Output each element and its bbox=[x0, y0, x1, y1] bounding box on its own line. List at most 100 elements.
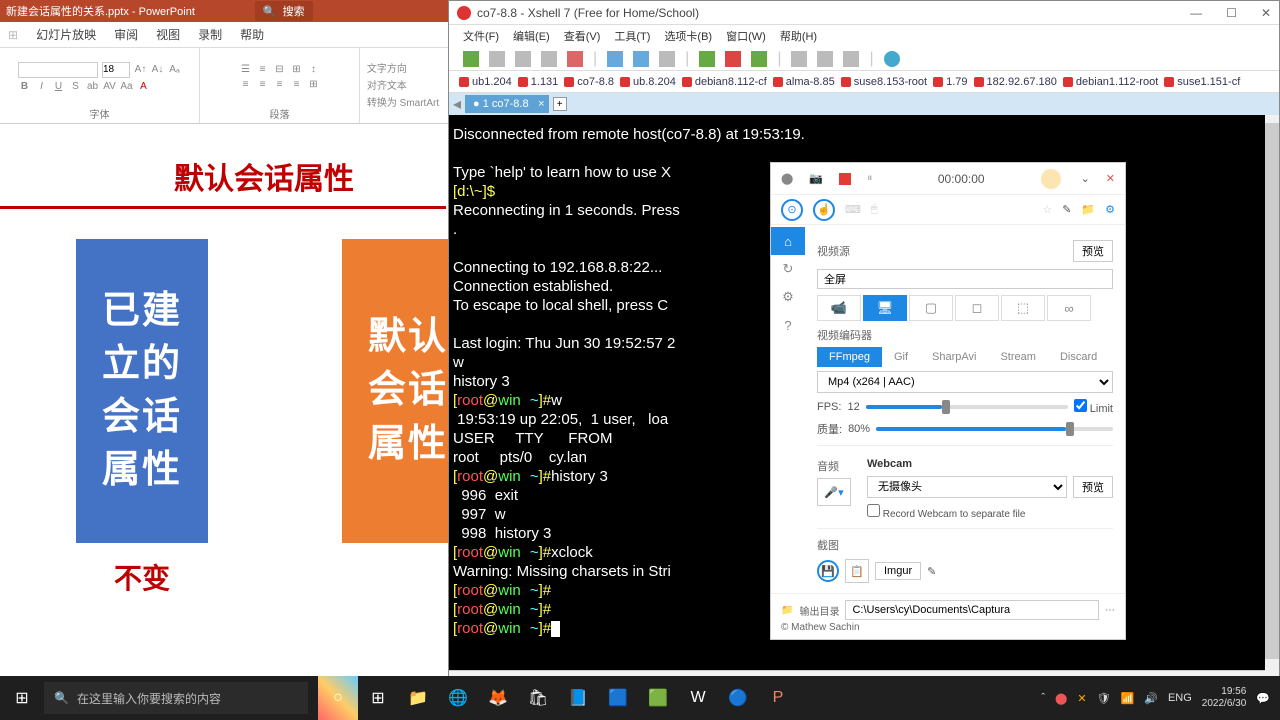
enc-discard[interactable]: Discard bbox=[1048, 347, 1109, 367]
tb-cortana-icon[interactable]: ○ bbox=[318, 676, 358, 720]
tool-hl[interactable] bbox=[843, 51, 859, 67]
sess-182[interactable]: 182.92.67.180 bbox=[974, 76, 1057, 88]
video-source-input[interactable] bbox=[817, 269, 1113, 289]
sess-1131[interactable]: 1.131 bbox=[518, 76, 559, 88]
tool-color[interactable] bbox=[817, 51, 833, 67]
tb-word-icon[interactable]: W bbox=[678, 676, 718, 720]
src-window-icon[interactable]: ◻ bbox=[955, 295, 999, 321]
tb-edge-icon[interactable]: 🌐 bbox=[438, 676, 478, 720]
limit-checkbox[interactable]: Limit bbox=[1074, 399, 1113, 415]
text-direction[interactable]: 文字方向 bbox=[367, 60, 439, 75]
tray-up-icon[interactable]: ˆ bbox=[1041, 692, 1045, 704]
close-button[interactable]: ✕ bbox=[1261, 6, 1271, 20]
sess-co788[interactable]: co7-8.8 bbox=[564, 76, 614, 88]
tray-lang[interactable]: ENG bbox=[1168, 692, 1192, 704]
align-text[interactable]: 对齐文本 bbox=[367, 77, 439, 92]
settings-icon[interactable]: ⚙ bbox=[1105, 203, 1115, 216]
tool-paste[interactable] bbox=[633, 51, 649, 67]
side-config-icon[interactable]: ⚙ bbox=[771, 283, 805, 311]
ppt-search[interactable]: 🔍 搜索 bbox=[255, 1, 313, 21]
tb-chrome-icon[interactable]: 🔵 bbox=[718, 676, 758, 720]
taskbar-search[interactable]: 🔍 在这里输入你要搜索的内容 bbox=[44, 682, 308, 714]
src-camera-icon[interactable]: 📹 bbox=[817, 295, 861, 321]
tool-copy[interactable] bbox=[607, 51, 623, 67]
sess-deb8[interactable]: debian8.112-cf bbox=[682, 76, 767, 88]
tray-volume-icon[interactable]: 🔊 bbox=[1144, 692, 1158, 705]
src-screen-icon[interactable]: 🖥 bbox=[863, 295, 907, 321]
tray-notif-icon[interactable]: 💬 bbox=[1256, 692, 1270, 705]
clipboard-button[interactable]: 📋 bbox=[845, 559, 869, 583]
mic-button[interactable]: 🎤▾ bbox=[817, 478, 851, 506]
pointer-circle-icon[interactable]: ☝ bbox=[813, 199, 835, 221]
start-button[interactable]: ⊞ bbox=[0, 676, 44, 720]
side-home-icon[interactable]: ⌂ bbox=[771, 227, 805, 255]
ppt-tab-slideshow[interactable]: 幻灯片放映 bbox=[36, 26, 96, 43]
tb-app3-icon[interactable]: 🟩 bbox=[638, 676, 678, 720]
slide-canvas[interactable]: 默认会话属性 已建立的会话属性 不变 默认会话属性 bbox=[0, 124, 448, 597]
tb-ppt-icon[interactable]: P bbox=[758, 676, 798, 720]
quality-slider[interactable] bbox=[876, 427, 1113, 431]
tb-app2-icon[interactable]: 🟦 bbox=[598, 676, 638, 720]
tray-shield-icon[interactable]: 🛡 bbox=[1097, 692, 1111, 705]
record-button[interactable] bbox=[839, 173, 851, 185]
sess-ub1204[interactable]: ub1.204 bbox=[459, 76, 512, 88]
tool-open[interactable] bbox=[489, 51, 505, 67]
codec-select[interactable]: Mp4 (x264 | AAC) bbox=[817, 371, 1113, 393]
menu-help[interactable]: 帮助(H) bbox=[780, 28, 817, 44]
disk-button[interactable]: 💾 bbox=[817, 560, 839, 582]
new-tab-button[interactable]: + bbox=[553, 97, 567, 111]
font-size[interactable] bbox=[102, 62, 130, 78]
webcam-select[interactable]: 无摄像头 bbox=[867, 476, 1067, 498]
minimize-button[interactable]: — bbox=[1190, 6, 1202, 20]
sess-deb1[interactable]: debian1.112-root bbox=[1063, 76, 1158, 88]
tb-app1-icon[interactable]: 📘 bbox=[558, 676, 598, 720]
enc-sharpavi[interactable]: SharpAvi bbox=[920, 347, 988, 367]
tool-reconnect[interactable] bbox=[567, 51, 583, 67]
preview-button[interactable]: 预览 bbox=[1073, 240, 1113, 262]
tray-app-icon[interactable]: ✕ bbox=[1077, 692, 1086, 705]
tb-firefox-icon[interactable]: 🦊 bbox=[478, 676, 518, 720]
enc-stream[interactable]: Stream bbox=[988, 347, 1047, 367]
tool-prop[interactable] bbox=[751, 51, 767, 67]
webcam-separate-checkbox[interactable]: Record Webcam to separate file bbox=[867, 509, 1025, 520]
tray-clock[interactable]: 19:56 2022/6/30 bbox=[1202, 686, 1247, 710]
tool-font[interactable] bbox=[791, 51, 807, 67]
sess-suse1[interactable]: suse1.151-cf bbox=[1164, 76, 1240, 88]
tray-wifi-icon[interactable]: 📶 bbox=[1121, 692, 1135, 705]
tool-new[interactable] bbox=[463, 51, 479, 67]
pause-button[interactable]: ⏸ bbox=[867, 172, 873, 185]
edit-icon[interactable]: ✎ bbox=[927, 565, 936, 578]
menu-file[interactable]: 文件(F) bbox=[463, 28, 499, 44]
ppt-tab-record[interactable]: 录制 bbox=[198, 26, 222, 43]
webcam-preview-button[interactable]: 预览 bbox=[1073, 476, 1113, 498]
sess-ub8204[interactable]: ub.8.204 bbox=[620, 76, 676, 88]
mouse-icon[interactable]: 🖱 bbox=[871, 203, 878, 216]
ppt-tab-view[interactable]: 视图 bbox=[156, 26, 180, 43]
menu-tools[interactable]: 工具(T) bbox=[614, 28, 650, 44]
sess-suse8[interactable]: suse8.153-root bbox=[841, 76, 927, 88]
xshell-titlebar[interactable]: co7-8.8 - Xshell 7 (Free for Home/School… bbox=[449, 1, 1279, 25]
pencil-icon[interactable]: ✎ bbox=[1062, 203, 1071, 216]
active-tab[interactable]: ● 1 co7-8.8 × bbox=[465, 95, 549, 113]
tool-help[interactable] bbox=[884, 51, 900, 67]
outdir-input[interactable] bbox=[845, 600, 1099, 620]
expand-icon[interactable]: ⌄ bbox=[1081, 172, 1090, 185]
tb-store-icon[interactable]: 🛍 bbox=[518, 676, 558, 720]
more-icon[interactable]: ⋯ bbox=[1105, 605, 1115, 616]
fps-slider[interactable] bbox=[866, 405, 1068, 409]
menu-view[interactable]: 查看(V) bbox=[564, 28, 601, 44]
enc-ffmpeg[interactable]: FFmpeg bbox=[817, 347, 882, 367]
src-region-icon[interactable]: ⬚ bbox=[1001, 295, 1045, 321]
star-icon[interactable]: ☆ bbox=[1042, 203, 1052, 216]
folder-icon[interactable]: 📁 bbox=[1081, 203, 1095, 216]
menu-tabs[interactable]: 选项卡(B) bbox=[664, 28, 712, 44]
src-monitor-icon[interactable]: ▢ bbox=[909, 295, 953, 321]
terminal-scrollbar[interactable] bbox=[1265, 115, 1279, 671]
imgur-button[interactable]: Imgur bbox=[875, 562, 921, 580]
back-icon[interactable]: ⬤ bbox=[781, 172, 793, 185]
tool-connect[interactable] bbox=[515, 51, 531, 67]
maximize-button[interactable]: ☐ bbox=[1226, 6, 1237, 20]
convert-smartart[interactable]: 转换为 SmartArt bbox=[367, 94, 439, 109]
camera-icon[interactable]: 📷 bbox=[809, 172, 823, 185]
keyboard-icon[interactable]: ⌨ bbox=[845, 203, 861, 216]
